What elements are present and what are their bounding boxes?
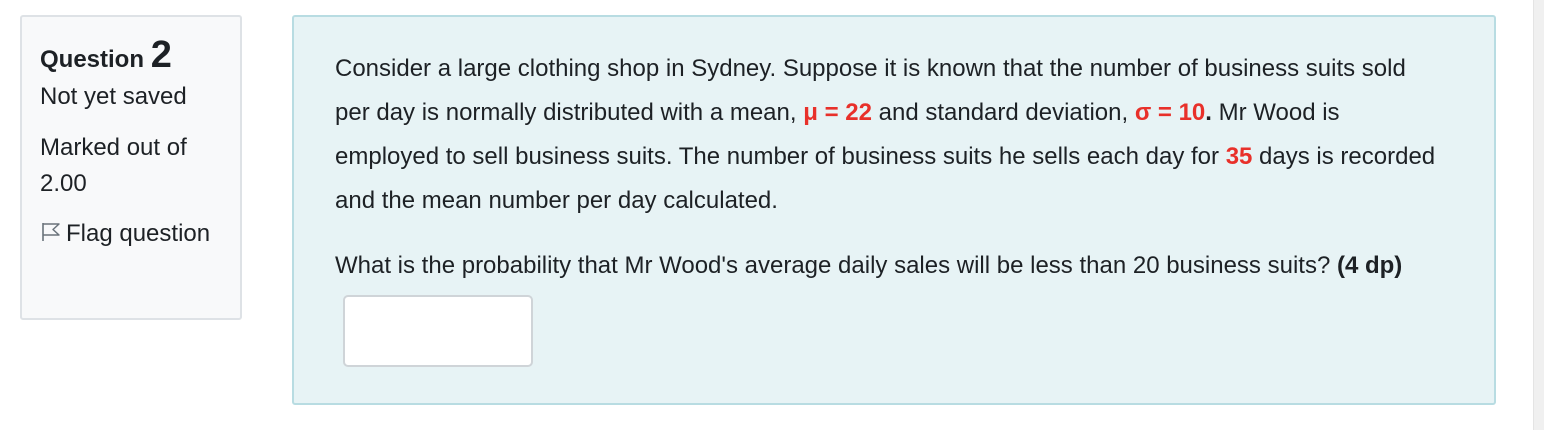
question-info-panel: Question 2 Not yet saved Marked out of 2… <box>20 15 242 320</box>
quiz-page: Question 2 Not yet saved Marked out of 2… <box>0 0 1544 430</box>
period-bold: . <box>1205 99 1212 126</box>
question-label: Question <box>40 46 145 73</box>
sd-value: σ = 10 <box>1134 99 1206 126</box>
answer-input[interactable] <box>343 295 533 367</box>
question-prompt: What is the probability that Mr Wood's a… <box>335 237 1444 367</box>
question-heading: Question 2 <box>40 35 240 80</box>
question-content: Consider a large clothing shop in Sydney… <box>292 15 1496 405</box>
mean-value: μ = 22 <box>803 99 872 126</box>
question-number: 2 <box>150 34 172 76</box>
question-grade: Marked out of 2.00 <box>40 134 187 197</box>
question-state: Not yet saved <box>40 83 187 110</box>
question-text-part-2: and standard deviation, <box>871 99 1135 126</box>
flag-label[interactable]: Flag question <box>66 220 210 247</box>
decimal-places-note: (4 dp) <box>1336 252 1403 279</box>
days-value: 35 <box>1225 143 1253 170</box>
scrollbar-track[interactable] <box>1533 0 1544 430</box>
flag-icon[interactable] <box>40 222 62 242</box>
flag-question-link[interactable]: Flag question <box>40 216 230 252</box>
prompt-text: What is the probability that Mr Wood's a… <box>335 252 1337 279</box>
question-text: Consider a large clothing shop in Sydney… <box>335 47 1444 223</box>
